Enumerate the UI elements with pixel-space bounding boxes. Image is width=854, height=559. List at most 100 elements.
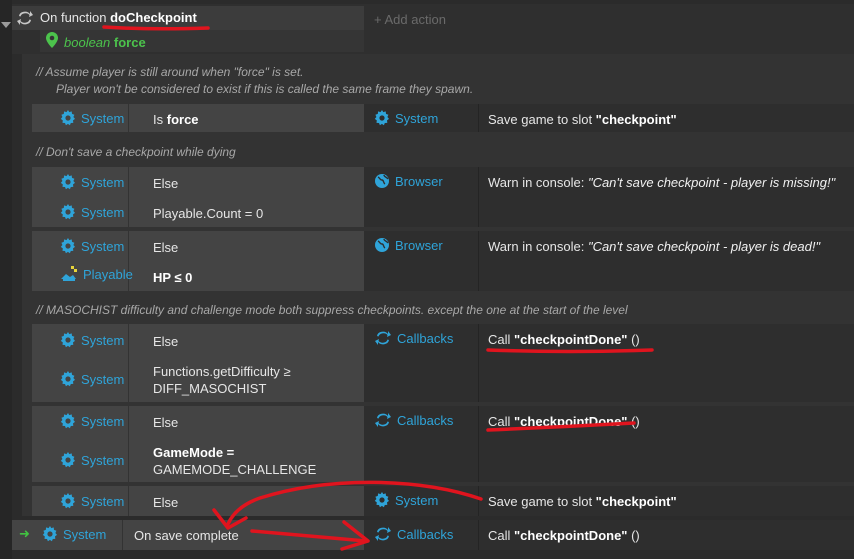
condition-object[interactable]: Playable [60, 266, 133, 282]
gear-icon [60, 413, 75, 429]
object-name: System [81, 332, 125, 348]
condition-object[interactable]: System [60, 413, 124, 429]
action-object[interactable]: Browser [374, 237, 443, 253]
location-pin-icon [46, 32, 58, 48]
object-name: Callbacks [397, 330, 454, 346]
object-name: System [81, 452, 125, 468]
object-name: System [81, 238, 125, 254]
gear-icon [42, 526, 57, 542]
column-divider [478, 231, 479, 291]
param-type: boolean [64, 35, 111, 50]
globe-icon [375, 174, 389, 188]
param-name: force [113, 35, 146, 50]
callbacks-icon [375, 331, 391, 345]
action-object[interactable]: System [374, 110, 438, 126]
gear-icon [60, 110, 75, 126]
condition-text: Else [153, 240, 179, 255]
comment-line: Player won't be considered to exist if t… [56, 82, 474, 96]
callbacks-icon [375, 527, 391, 541]
trigger-arrow-icon: ➜ [19, 526, 30, 541]
gear-icon [60, 452, 75, 468]
action-text: Warn in console: "Can't save checkpoint … [488, 175, 836, 190]
action-text: Save game to slot "checkpoint" [488, 112, 677, 127]
gear-icon [60, 371, 75, 387]
condition-text: Else [153, 495, 179, 510]
object-name: Callbacks [397, 526, 454, 542]
condition-object[interactable]: System [42, 526, 106, 542]
column-divider [128, 486, 129, 516]
gear-icon [60, 493, 75, 509]
condition-text: Else [153, 176, 179, 191]
param-label: boolean force [64, 35, 146, 50]
condition-text: Else [153, 334, 179, 349]
column-divider [128, 104, 129, 132]
condition-object[interactable]: System [60, 238, 124, 254]
object-name: System [81, 493, 125, 509]
object-name: Browser [395, 237, 443, 253]
object-name: System [81, 174, 125, 190]
gear-icon [60, 174, 75, 190]
column-divider [478, 406, 479, 482]
action-object[interactable]: Callbacks [374, 526, 453, 542]
condition-object[interactable]: System [60, 110, 124, 126]
object-name: Browser [395, 173, 443, 189]
column-divider [128, 167, 129, 227]
comment-line: // Assume player is still around when "f… [36, 65, 304, 79]
column-divider [128, 406, 129, 482]
gear-icon [60, 332, 75, 348]
column-divider [128, 231, 129, 291]
function-icon [16, 10, 34, 26]
column-divider [128, 324, 129, 402]
object-name: Playable [83, 266, 133, 282]
column-divider [478, 324, 479, 402]
condition-object[interactable]: System [60, 204, 124, 220]
column-divider [478, 104, 479, 132]
function-title: On function doCheckpoint [40, 10, 197, 25]
callbacks-icon [375, 413, 391, 427]
action-object[interactable]: Callbacks [374, 412, 453, 428]
condition-object[interactable]: System [60, 371, 124, 387]
action-object[interactable]: Browser [374, 173, 443, 189]
condition-text: Playable.Count = 0 [153, 206, 264, 221]
playable-sprite-icon [61, 266, 77, 281]
globe-icon [375, 238, 389, 252]
condition-text: GameMode = GAMEMODE_CHALLENGE [153, 445, 317, 477]
condition-text: Is force [153, 112, 199, 127]
object-name: System [63, 526, 107, 542]
function-name: doCheckpoint [110, 10, 197, 25]
object-name: System [81, 371, 125, 387]
gear-icon [60, 204, 75, 220]
column-divider [122, 520, 123, 550]
condition-text: On save complete [134, 528, 239, 543]
condition-text: HP ≤ 0 [153, 270, 193, 285]
collapse-arrow-icon[interactable] [1, 22, 11, 28]
object-name: System [81, 204, 125, 220]
action-text: Call "checkpointDone" () [488, 414, 640, 429]
function-prefix: On function [40, 10, 111, 25]
comment-line: // MASOCHIST difficulty and challenge mo… [36, 303, 628, 317]
tree-gutter [0, 0, 12, 559]
condition-text: Functions.getDifficulty ≥ DIFF_MASOCHIST [153, 364, 291, 396]
gear-icon [374, 110, 389, 126]
column-divider [478, 486, 479, 516]
object-name: System [395, 492, 439, 508]
gear-icon [60, 238, 75, 254]
object-name: Callbacks [397, 412, 454, 428]
add-action-button[interactable]: + Add action [374, 12, 446, 27]
column-divider [478, 520, 479, 550]
action-text: Warn in console: "Can't save checkpoint … [488, 239, 821, 254]
action-text: Call "checkpointDone" () [488, 528, 640, 543]
object-name: System [395, 110, 439, 126]
condition-object[interactable]: System [60, 452, 124, 468]
object-name: System [81, 413, 125, 429]
action-text: Call "checkpointDone" () [488, 332, 640, 347]
gear-icon [374, 492, 389, 508]
condition-object[interactable]: System [60, 332, 124, 348]
action-object[interactable]: Callbacks [374, 330, 453, 346]
action-object[interactable]: System [374, 492, 438, 508]
object-name: System [81, 110, 125, 126]
condition-object[interactable]: System [60, 174, 124, 190]
comment-line: // Don't save a checkpoint while dying [36, 145, 236, 159]
condition-object[interactable]: System [60, 493, 124, 509]
column-divider [478, 167, 479, 227]
